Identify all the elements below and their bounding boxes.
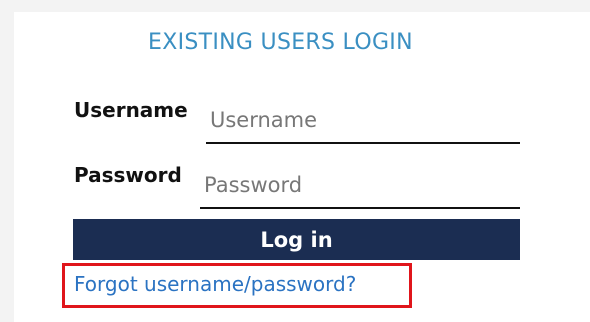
username-input[interactable] xyxy=(206,98,520,144)
login-panel: EXISTING USERS LOGIN Username Password L… xyxy=(14,12,590,322)
forgot-password-link[interactable]: Forgot username/password? xyxy=(74,272,356,296)
password-input[interactable] xyxy=(200,163,520,209)
username-label: Username xyxy=(74,98,188,122)
password-label: Password xyxy=(74,163,182,187)
login-title: EXISTING USERS LOGIN xyxy=(148,30,413,55)
login-button[interactable]: Log in xyxy=(73,219,520,260)
